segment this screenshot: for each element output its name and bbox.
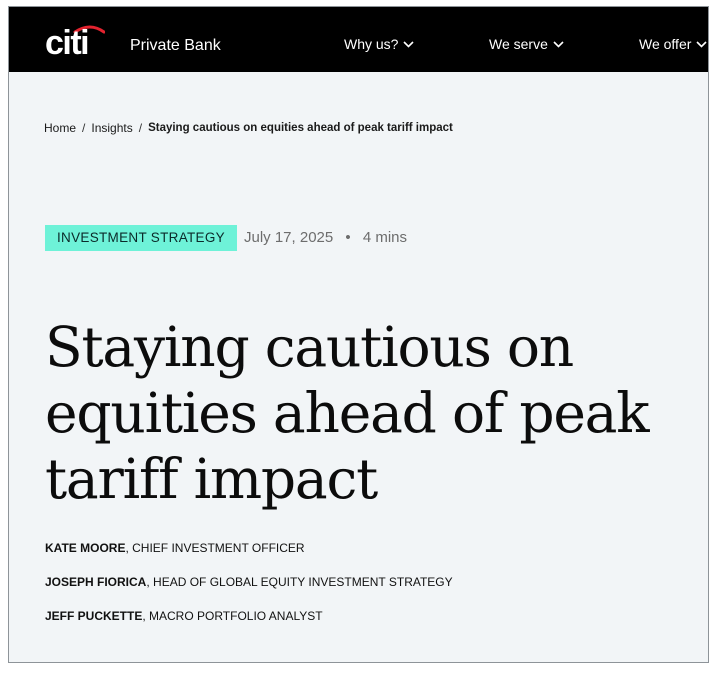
author-line: JEFF PUCKETTE, MACRO PORTFOLIO ANALYST: [45, 609, 323, 623]
nav-we-offer[interactable]: We offer: [639, 36, 707, 52]
breadcrumb-home[interactable]: Home: [44, 121, 76, 135]
author-line: JOSEPH FIORICA, HEAD OF GLOBAL EQUITY IN…: [45, 575, 453, 589]
author-role: , MACRO PORTFOLIO ANALYST: [142, 609, 323, 623]
nav-why-us-label: Why us?: [344, 36, 399, 52]
breadcrumb-separator: /: [82, 121, 86, 135]
author-name: JOSEPH FIORICA: [45, 575, 147, 589]
article-meta: July 17, 2025 • 4 mins: [244, 229, 407, 246]
chevron-down-icon: [403, 40, 415, 48]
author-name: KATE MOORE: [45, 541, 126, 555]
brand-subtitle: Private Bank: [130, 37, 221, 54]
chevron-down-icon: [553, 40, 564, 48]
author-role: , CHIEF INVESTMENT OFFICER: [125, 541, 305, 555]
breadcrumb-insights[interactable]: Insights: [91, 121, 132, 135]
article-title: Staying cautious on equities ahead of pe…: [45, 315, 650, 511]
read-time: 4 mins: [362, 229, 408, 246]
nav-we-serve[interactable]: We serve: [489, 36, 564, 52]
meta-separator: •: [345, 229, 351, 246]
nav-why-us[interactable]: Why us?: [344, 36, 415, 52]
nav-we-offer-label: We offer: [639, 36, 692, 52]
breadcrumb-current: Staying cautious on equities ahead of pe…: [148, 122, 453, 134]
logo-text: citi: [45, 24, 88, 59]
breadcrumb-separator: /: [138, 121, 143, 135]
author-role: , HEAD OF GLOBAL EQUITY INVESTMENT STRAT…: [146, 575, 453, 589]
publish-date: July 17, 2025: [244, 229, 334, 246]
page-frame: citi Private Bank Why us? We serve We of…: [8, 6, 709, 663]
author-line: KATE MOORE, CHIEF INVESTMENT OFFICER: [45, 541, 305, 555]
top-navbar: citi Private Bank Why us? We serve We of…: [9, 7, 708, 72]
author-name: JEFF PUCKETTE: [45, 609, 143, 623]
nav-we-serve-label: We serve: [489, 36, 548, 52]
citi-logo[interactable]: citi: [45, 19, 105, 59]
chevron-down-icon: [696, 40, 707, 48]
breadcrumb: Home / Insights / Staying cautious on eq…: [44, 121, 453, 135]
category-tag[interactable]: INVESTMENT STRATEGY: [45, 225, 237, 251]
